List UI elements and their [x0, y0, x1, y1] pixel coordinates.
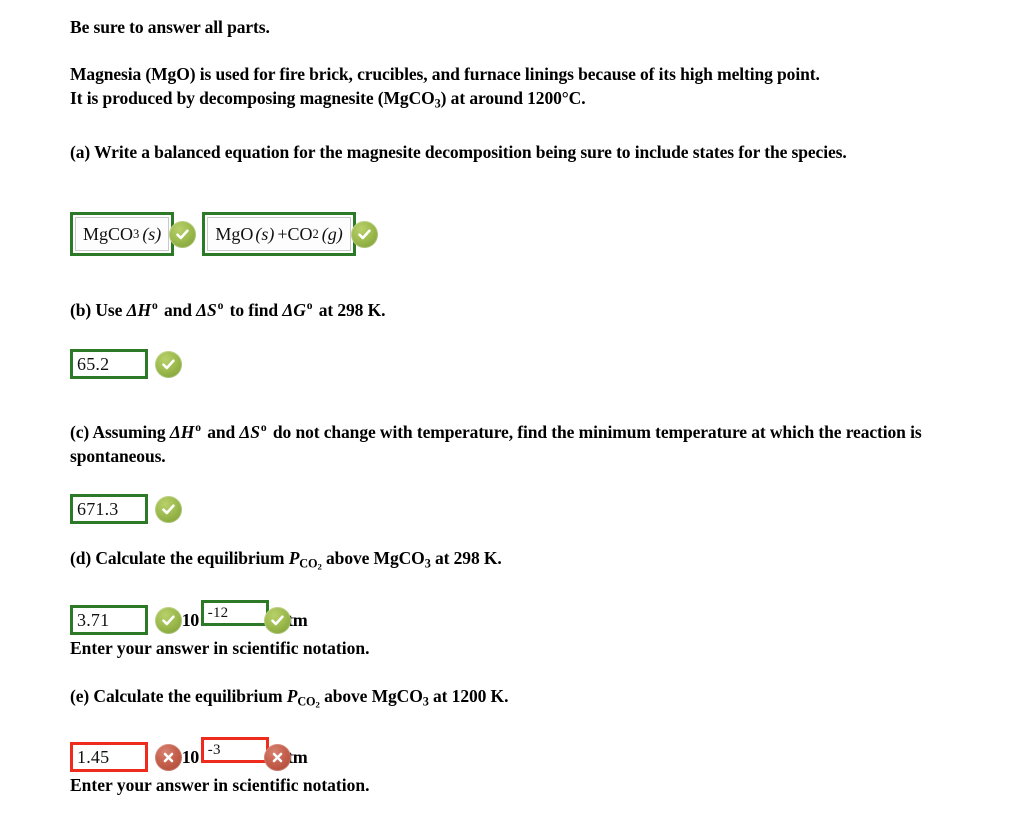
- part-a-text: Write a balanced equation for the magnes…: [94, 142, 847, 162]
- reactant-formula: MgCO: [83, 223, 134, 244]
- degree-superscript: o: [217, 300, 224, 313]
- part-e-answer-row: 1.45 ×10 -3 atm: [70, 737, 308, 774]
- delta-h-symbol: ΔH: [169, 422, 195, 442]
- part-b-answer-row: 65.2: [70, 347, 182, 381]
- delta-g-symbol: ΔG: [282, 300, 306, 320]
- degree-superscript: o: [306, 300, 313, 313]
- part-c-answer-row: 671.3: [70, 492, 182, 526]
- part-d-answer-row: 3.71 ×10 -12 atm: [70, 600, 308, 637]
- part-d-text-1: Calculate the equilibrium: [95, 548, 285, 568]
- part-b-text-3: to find: [229, 300, 279, 320]
- check-circle-icon: [155, 350, 182, 378]
- intro-line-2-post: ) at around 1200°C.: [440, 88, 586, 108]
- part-a-reactant-value: MgCO 3 (s): [75, 217, 170, 251]
- intro-line-1: Magnesia (MgO) is used for fire brick, c…: [70, 64, 820, 84]
- check-circle-icon: [155, 606, 182, 634]
- product-species-1: MgO: [215, 223, 254, 244]
- x-circle-icon: [155, 743, 182, 771]
- part-b-label: (b): [70, 300, 92, 320]
- part-a-answer-row: MgCO 3 (s) MgO (s) +CO 2 (g): [70, 211, 378, 257]
- part-a-label: (a): [70, 142, 91, 162]
- pressure-subscript-co: CO: [299, 556, 318, 571]
- answer-all-parts-header: Be sure to answer all parts.: [70, 17, 270, 37]
- part-c-prompt: (c) Assuming ΔHo and ΔSo do not change w…: [70, 420, 970, 468]
- intro-line-2: It is produced by decomposing magnesite …: [70, 86, 586, 110]
- part-d-label: (d): [70, 548, 92, 568]
- pressure-subscript-2: 2: [317, 561, 322, 572]
- part-c-answer-input[interactable]: 671.3: [70, 494, 148, 524]
- question-page: Be sure to answer all parts. Magnesia (M…: [0, 0, 1024, 836]
- part-e-text-3: at 1200 K.: [433, 686, 509, 706]
- x-circle-icon: [263, 743, 291, 771]
- pressure-symbol: P: [288, 548, 300, 568]
- delta-s-symbol: ΔS: [196, 300, 217, 320]
- product-state-1: (s): [255, 223, 275, 244]
- part-b-prompt: (b) Use ΔHo and ΔSo to find ΔGo at 298 K…: [70, 298, 385, 322]
- part-b-answer-input[interactable]: 65.2: [70, 349, 148, 379]
- mgco3-subscript: 3: [424, 556, 431, 571]
- part-c-text-1: Assuming: [92, 422, 166, 442]
- degree-superscript: o: [151, 300, 158, 313]
- part-d-exponent-input[interactable]: -12: [200, 600, 269, 626]
- part-e-text-1: Calculate the equilibrium: [93, 686, 283, 706]
- part-a-prompt: (a) Write a balanced equation for the ma…: [70, 140, 930, 164]
- part-d-hint: Enter your answer in scientific notation…: [70, 638, 370, 658]
- pressure-subscript-co: CO: [297, 694, 316, 709]
- intro-line-2-pre: It is produced by decomposing magnesite …: [70, 88, 435, 108]
- part-d-text-2: above MgCO: [326, 548, 425, 568]
- part-a-product-value: MgO (s) +CO 2 (g): [207, 217, 351, 251]
- part-e-hint: Enter your answer in scientific notation…: [70, 775, 370, 795]
- reactant-state: (s): [142, 223, 162, 244]
- degree-superscript: o: [260, 422, 267, 435]
- product-plus-species-2: +CO: [277, 223, 313, 244]
- mgco3-subscript: 3: [422, 694, 429, 709]
- delta-h-symbol: ΔH: [126, 300, 151, 320]
- pressure-symbol: P: [286, 686, 298, 706]
- part-d-mantissa-input[interactable]: 3.71: [70, 605, 148, 635]
- part-b-text-2: and: [163, 300, 192, 320]
- part-a-product-box[interactable]: MgO (s) +CO 2 (g): [202, 212, 356, 256]
- part-a-reactant-box[interactable]: MgCO 3 (s): [70, 212, 175, 256]
- part-e-prompt: (e) Calculate the equilibrium PCO2 above…: [70, 684, 509, 710]
- part-e-exponent-input[interactable]: -3: [200, 737, 269, 763]
- degree-superscript: o: [195, 422, 201, 435]
- part-b-text-4: at 298 K.: [318, 300, 386, 320]
- check-circle-icon: [155, 495, 182, 523]
- product-state-2: (g): [321, 223, 343, 244]
- part-e-label: (e): [70, 686, 90, 706]
- part-d-prompt: (d) Calculate the equilibrium PCO2 above…: [70, 546, 502, 572]
- part-c-label: (c): [70, 422, 90, 442]
- part-e-mantissa-input[interactable]: 1.45: [70, 742, 148, 772]
- check-circle-icon: [169, 220, 197, 248]
- part-b-text-1: Use: [95, 300, 123, 320]
- pressure-subscript-2: 2: [315, 699, 320, 710]
- check-circle-icon: [263, 606, 291, 634]
- part-d-text-3: at 298 K.: [435, 548, 502, 568]
- part-c-text-2: and: [207, 422, 236, 442]
- check-circle-icon: [350, 220, 378, 248]
- delta-s-symbol: ΔS: [239, 422, 260, 442]
- part-e-text-2: above MgCO: [324, 686, 423, 706]
